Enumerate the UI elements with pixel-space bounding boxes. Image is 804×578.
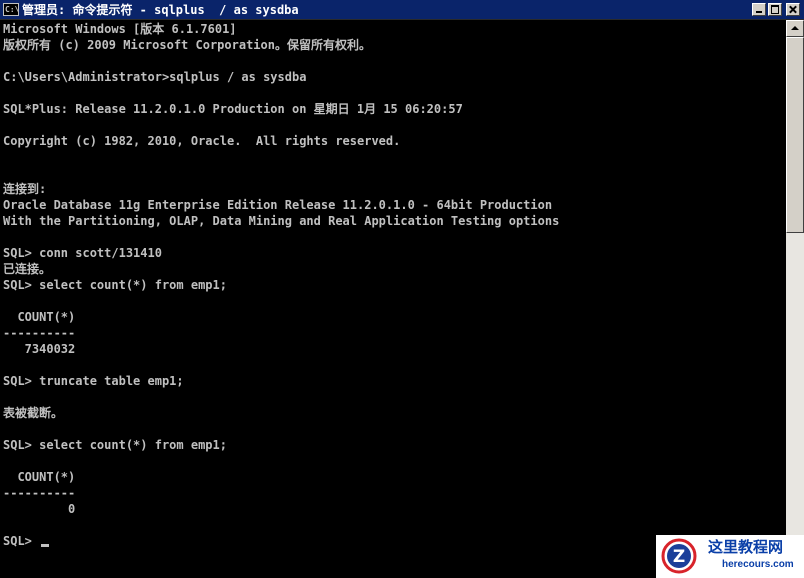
z-logo-icon: Z: [661, 538, 697, 574]
watermark-url: herecours.com: [722, 559, 794, 570]
logo-letter: Z: [673, 547, 685, 567]
console-line: 已连接。: [3, 262, 52, 276]
console-line: ----------: [3, 326, 76, 340]
watermark-site-name: 这里教程网: [708, 538, 784, 556]
console-line: SQL> select count(*) from emp1;: [3, 278, 227, 292]
console-line: 7340032: [3, 342, 76, 356]
console-prompt-line[interactable]: SQL>: [3, 533, 50, 549]
sql-prompt: SQL>: [3, 534, 40, 548]
console-line: 连接到:: [3, 182, 47, 196]
console-line: ----------: [3, 486, 76, 500]
console-line: COUNT(*): [3, 310, 76, 324]
scrollbar-thumb[interactable]: [786, 37, 804, 233]
console-line: Oracle Database 11g Enterprise Edition R…: [3, 198, 553, 212]
window-title: 管理员: 命令提示符 - sqlplus / as sysdba: [22, 3, 299, 17]
console-line: With the Partitioning, OLAP, Data Mining…: [3, 214, 560, 228]
console-line: 0: [3, 502, 76, 516]
minimize-button[interactable]: [752, 3, 766, 16]
console-line: COUNT(*): [3, 470, 76, 484]
console-line: Microsoft Windows [版本 6.1.7601]: [3, 22, 237, 36]
close-button[interactable]: [786, 3, 800, 16]
console-line: SQL*Plus: Release 11.2.0.1.0 Production …: [3, 102, 463, 116]
command-prompt-window: C:\ 管理员: 命令提示符 - sqlplus / as sysdba Mic…: [0, 0, 804, 578]
console-output[interactable]: Microsoft Windows [版本 6.1.7601] 版权所有 (c)…: [0, 20, 786, 578]
console-line: SQL> conn scott/131410: [3, 246, 162, 260]
title-bar[interactable]: C:\ 管理员: 命令提示符 - sqlplus / as sysdba: [0, 0, 804, 20]
console-line: SQL> truncate table emp1;: [3, 374, 184, 388]
scroll-up-arrow-icon[interactable]: [786, 20, 804, 37]
text-cursor: [41, 544, 50, 547]
vertical-scrollbar[interactable]: [786, 20, 804, 578]
console-line: SQL> select count(*) from emp1;: [3, 438, 227, 452]
maximize-button[interactable]: [768, 3, 782, 16]
console-line: 表被截断。: [3, 406, 64, 420]
cmd-icon[interactable]: C:\: [3, 3, 19, 16]
console-line: C:\Users\Administrator>sqlplus / as sysd…: [3, 70, 307, 84]
watermark-logo: Z 这里教程网 herecours.com: [656, 535, 804, 578]
console-line: Copyright (c) 1982, 2010, Oracle. All ri…: [3, 134, 401, 148]
console-line: 版权所有 (c) 2009 Microsoft Corporation。保留所有…: [3, 38, 371, 52]
